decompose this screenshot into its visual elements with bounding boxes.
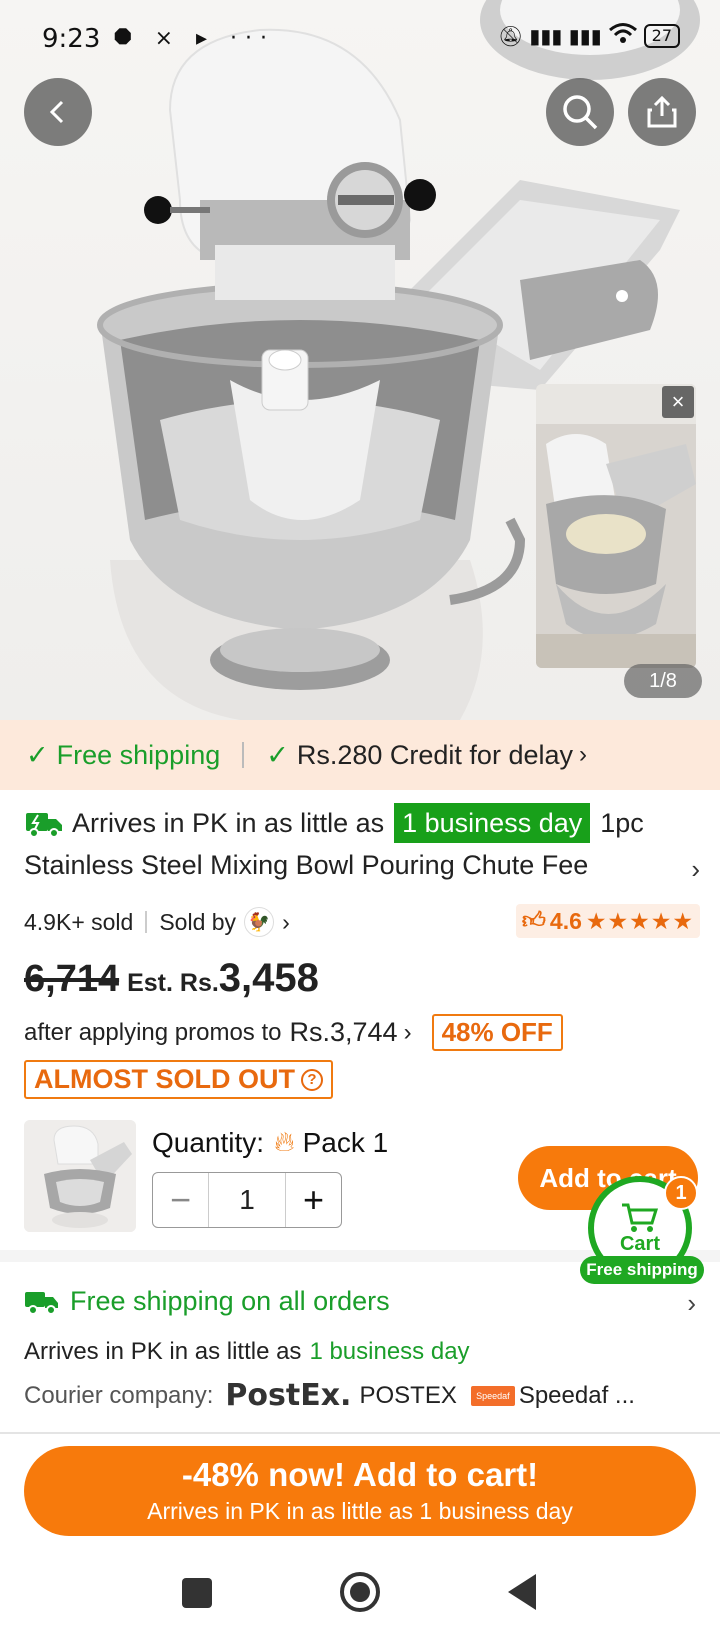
quantity-text: Quantity: [152, 1126, 265, 1158]
signal-icon: ▮▮▮ ▮▮▮ [529, 23, 602, 48]
divider [242, 742, 245, 768]
sku-thumbnail[interactable] [24, 1120, 136, 1232]
cta-sub-text: Arrives in PK in as little as 1 business… [147, 1498, 573, 1524]
promo-row[interactable]: after applying promos to Rs.3,744 › 48% … [24, 1014, 563, 1051]
chevron-right-icon: › [691, 854, 700, 884]
free-shipping-label: Free shipping [56, 739, 221, 770]
shipping-eta-prefix: Arrives in PK in as little as [24, 1338, 302, 1365]
status-bar: 9:23 ⯃ ⨯ ▸ ··· 🔕︎ ▮▮▮ ▮▮▮ 27 [0, 0, 720, 80]
promo-price: Rs.3,744 [289, 1017, 398, 1047]
postex-logo: PostEx. [225, 1378, 352, 1413]
increase-button[interactable]: + [285, 1173, 341, 1227]
flame-icon: 🔥︎ [274, 1126, 295, 1157]
shipping-title[interactable]: Free shipping on all orders [24, 1286, 390, 1317]
shipping-title-text: Free shipping on all orders [70, 1286, 390, 1316]
recent-apps-button[interactable] [182, 1578, 212, 1608]
cart-icon [622, 1203, 659, 1232]
video-preview[interactable]: × [536, 384, 696, 668]
original-price: 6,714 [24, 958, 120, 1000]
stock-label: ALMOST SOLD OUT [34, 1064, 295, 1094]
divider [0, 1432, 720, 1434]
promo-strip[interactable]: ✓ Free shipping ✓ Rs.280 Credit for dela… [0, 720, 720, 790]
courier-label: Courier company: [24, 1381, 214, 1409]
chevron-right-icon[interactable]: › [687, 1288, 696, 1319]
cta-main-text: -48% now! Add to cart! [181, 1456, 539, 1493]
quantity-label: Quantity: 🔥︎ Pack 1 [152, 1126, 388, 1159]
quantity-value[interactable]: 1 [209, 1184, 285, 1216]
share-icon [647, 95, 677, 128]
arrive-prefix: Arrives in PK in as little as [72, 808, 385, 838]
variant-name: Pack 1 [302, 1126, 389, 1158]
est-price: 3,458 [218, 956, 319, 1000]
chevron-right-icon[interactable]: › [282, 909, 290, 936]
sales-row: 4.9K+ sold Sold by 🐓 › 👍︎ 4.6 ★★★★★ [24, 902, 700, 942]
wifi-icon [608, 22, 638, 49]
price-row: 6,714 Est. Rs. 3,458 [24, 956, 319, 1001]
rating-value: 4.6 [549, 907, 582, 934]
product-title[interactable]: Arrives in PK in as little as 1 business… [24, 802, 700, 886]
thumbs-up-icon: 👍︎ [521, 907, 546, 933]
title-text: Stainless Steel Mixing Bowl Pouring Chut… [24, 850, 589, 880]
rating-badge[interactable]: 👍︎ 4.6 ★★★★★ [515, 904, 700, 938]
decrease-button[interactable]: − [153, 1173, 209, 1227]
courier-speedaf: Speedaf ... [518, 1381, 635, 1409]
bottom-add-to-cart-button[interactable]: -48% now! Add to cart! Arrives in PK in … [24, 1446, 696, 1536]
search-icon [563, 95, 598, 130]
cart-free-shipping-badge: Free shipping [580, 1256, 704, 1284]
product-image-gallery[interactable]: 9:23 ⯃ ⨯ ▸ ··· 🔕︎ ▮▮▮ ▮▮▮ 27 × 1/8 [0, 0, 720, 720]
chevron-right-icon: › [579, 741, 587, 768]
mute-icon: 🔕︎ [497, 23, 524, 48]
sold-by-label[interactable]: Sold by [159, 909, 236, 936]
notification-icons: ⯃ ⨯ ▸ ··· [114, 26, 276, 51]
home-button[interactable] [340, 1572, 380, 1612]
discount-badge: 48% OFF [431, 1014, 563, 1051]
divider [145, 911, 148, 933]
help-icon: ? [300, 1068, 323, 1091]
shipping-eta: Arrives in PK in as little as 1 business … [24, 1338, 470, 1366]
chevron-left-icon [49, 100, 64, 124]
est-price-label: Est. Rs. [127, 969, 219, 997]
shipping-eta-days: 1 business day [309, 1338, 470, 1365]
promo-prefix: after applying promos to [24, 1018, 282, 1046]
business-day-badge: 1 business day [394, 803, 591, 843]
video-frame [536, 384, 696, 668]
check-icon: ✓ [266, 739, 289, 770]
sku-image [24, 1120, 136, 1232]
search-button[interactable] [546, 78, 614, 146]
sold-count: 4.9K+ sold [24, 908, 134, 935]
quantity-stepper[interactable]: − 1 + [152, 1172, 342, 1228]
close-video-button[interactable]: × [662, 386, 694, 418]
fast-delivery-icon [26, 813, 62, 838]
system-back-button[interactable] [508, 1574, 536, 1610]
battery-icon: 27 [643, 23, 680, 48]
star-rating-icon: ★★★★★ [585, 907, 694, 934]
cart-label: Cart [619, 1232, 660, 1255]
system-nav-bar [0, 1556, 720, 1640]
courier-row: Courier company: PostEx. POSTEX Speedaf … [24, 1378, 635, 1413]
truck-icon [25, 1291, 58, 1315]
check-icon: ✓ [26, 739, 49, 770]
system-icons: 🔕︎ ▮▮▮ ▮▮▮ 27 [498, 22, 680, 49]
chevron-right-icon: › [403, 1018, 412, 1046]
back-button[interactable] [24, 78, 92, 146]
courier-postex: POSTEX [359, 1381, 457, 1409]
seller-avatar[interactable]: 🐓 [244, 907, 275, 937]
title-start: 1pc [600, 808, 644, 838]
status-time: 9:23 [42, 24, 101, 54]
image-counter: 1/8 [624, 664, 702, 698]
speedaf-logo: Speedaf [470, 1385, 515, 1406]
share-button[interactable] [628, 78, 696, 146]
delay-credit-label: Rs.280 Credit for delay [296, 739, 573, 770]
stock-badge[interactable]: ALMOST SOLD OUT ? [24, 1060, 333, 1099]
cart-count-badge: 1 [664, 1176, 698, 1210]
